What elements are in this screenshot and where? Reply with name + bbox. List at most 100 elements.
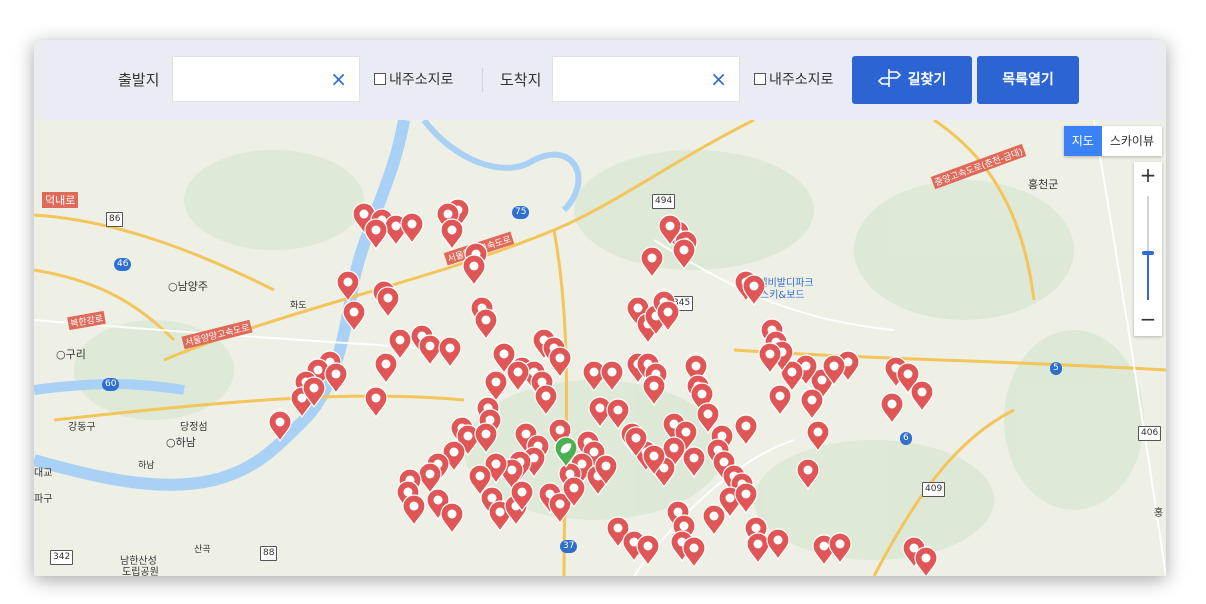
place-marker-icon[interactable] — [363, 386, 389, 418]
map-label: 화도 — [290, 301, 307, 311]
place-marker-icon[interactable] — [821, 354, 847, 386]
origin-clear-icon[interactable]: × — [330, 68, 347, 90]
map-label: 덕내로 — [42, 192, 79, 208]
signpost-icon — [877, 69, 901, 87]
place-marker-icon[interactable] — [341, 300, 367, 332]
zoom-out-button[interactable]: − — [1134, 306, 1162, 332]
map-label: 홍천군 — [1028, 178, 1059, 191]
place-marker-icon[interactable] — [593, 454, 619, 486]
map-label: 강동구 — [68, 422, 96, 433]
place-marker-icon[interactable] — [461, 254, 487, 286]
place-marker-icon[interactable] — [473, 422, 499, 454]
zoom-slider-fill — [1147, 253, 1149, 300]
place-marker-icon[interactable] — [363, 218, 389, 250]
place-marker-icon[interactable] — [879, 392, 905, 424]
place-marker-icon[interactable] — [399, 212, 425, 244]
destination-input[interactable] — [561, 67, 695, 93]
map-label: ○하남 — [166, 436, 196, 449]
place-marker-icon[interactable] — [655, 300, 681, 332]
place-marker-icon[interactable] — [741, 274, 767, 306]
place-marker-icon[interactable] — [509, 480, 535, 512]
place-marker-icon[interactable] — [767, 384, 793, 416]
checkbox-icon[interactable] — [374, 73, 386, 85]
destination-field[interactable]: × — [552, 56, 740, 102]
place-marker-icon[interactable] — [437, 336, 463, 368]
route-number: 46 — [114, 258, 132, 271]
zoom-control: + − — [1134, 162, 1162, 336]
map-label: 하남 — [138, 461, 155, 471]
place-marker-icon[interactable] — [827, 532, 853, 564]
route-number: 88 — [260, 546, 278, 561]
map-label: 대교 — [34, 468, 53, 479]
zoom-in-button[interactable]: + — [1134, 162, 1162, 188]
place-marker-icon[interactable] — [561, 476, 587, 508]
map-background — [34, 120, 1166, 576]
place-marker-icon[interactable] — [681, 446, 707, 478]
route-number: 6 — [900, 432, 912, 445]
place-marker-icon[interactable] — [641, 374, 667, 406]
place-marker-icon[interactable] — [799, 388, 825, 420]
find-route-label: 길찾기 — [907, 72, 947, 88]
destination-clear-icon[interactable]: × — [710, 68, 727, 90]
route-number: 86 — [106, 212, 124, 227]
map-view[interactable]: 덕내로 화도 ○남양주 북한강로 ○구리 서울양양고속도로 서울양양고속도로 홍… — [34, 120, 1166, 576]
checkbox-icon[interactable] — [754, 73, 766, 85]
place-marker-icon[interactable] — [439, 502, 465, 534]
open-list-button[interactable]: 목록열기 — [977, 56, 1079, 104]
map-label: 파구 — [34, 494, 53, 505]
place-marker-icon[interactable] — [805, 420, 831, 452]
map-label: 도립공원 — [122, 567, 159, 576]
place-marker-icon[interactable] — [373, 352, 399, 384]
destination-label: 도착지 — [500, 71, 542, 89]
map-label: ○남양주 — [168, 280, 208, 293]
route-number: 75 — [512, 206, 530, 219]
place-marker-icon[interactable] — [473, 308, 499, 340]
origin-label: 출발지 — [118, 71, 160, 89]
place-marker-icon[interactable] — [913, 546, 939, 576]
place-marker-icon[interactable] — [505, 360, 531, 392]
place-marker-icon[interactable] — [765, 528, 791, 560]
place-marker-icon[interactable] — [401, 494, 427, 526]
route-number: 5 — [1050, 362, 1062, 375]
place-marker-icon[interactable] — [533, 384, 559, 416]
app-window: 출발지 × 내주소지로 도착지 × 내주소지로 길찾기 목록열기 덕내로 화도 … — [34, 40, 1166, 576]
map-type-switch: 지도 스카이뷰 — [1063, 126, 1162, 156]
place-marker-icon[interactable] — [635, 534, 661, 566]
map-label: 산곡 — [194, 545, 211, 555]
route-number: 60 — [102, 378, 120, 391]
destination-myaddress-checkbox[interactable]: 내주소지로 — [754, 70, 833, 90]
destination-myaddress-label: 내주소지로 — [769, 72, 834, 88]
map-type-map-button[interactable]: 지도 — [1063, 126, 1102, 156]
divider — [482, 68, 483, 92]
place-marker-icon[interactable] — [757, 342, 783, 374]
place-marker-icon[interactable] — [439, 218, 465, 250]
find-route-button[interactable]: 길찾기 — [852, 56, 972, 104]
route-number: 409 — [922, 482, 946, 497]
map-label: 홍 — [1154, 508, 1164, 519]
place-marker-icon[interactable] — [267, 410, 293, 442]
route-number: 342 — [50, 550, 74, 565]
place-marker-icon[interactable] — [733, 482, 759, 514]
origin-myaddress-checkbox[interactable]: 내주소지로 — [374, 70, 453, 90]
route-number: 37 — [560, 540, 578, 553]
place-marker-icon[interactable] — [599, 360, 625, 392]
map-label: ○구리 — [56, 348, 86, 361]
origin-input[interactable] — [181, 67, 315, 93]
map-type-skyview-button[interactable]: 스카이뷰 — [1101, 126, 1162, 156]
map-label: 당정섬 — [180, 422, 208, 433]
origin-myaddress-label: 내주소지로 — [389, 72, 454, 88]
place-marker-icon[interactable] — [335, 270, 361, 302]
selected-place-marker-icon[interactable] — [553, 436, 579, 468]
place-marker-icon[interactable] — [323, 362, 349, 394]
place-marker-icon[interactable] — [733, 414, 759, 446]
place-marker-icon[interactable] — [375, 286, 401, 318]
place-marker-icon[interactable] — [639, 246, 665, 278]
route-search-bar: 출발지 × 내주소지로 도착지 × 내주소지로 길찾기 목록열기 — [34, 40, 1166, 120]
origin-field[interactable]: × — [172, 56, 360, 102]
place-marker-icon[interactable] — [657, 214, 683, 246]
place-marker-icon[interactable] — [623, 426, 649, 458]
place-marker-icon[interactable] — [795, 458, 821, 490]
place-marker-icon[interactable] — [681, 536, 707, 568]
zoom-slider-handle[interactable] — [1142, 251, 1154, 256]
place-marker-icon[interactable] — [909, 380, 935, 412]
